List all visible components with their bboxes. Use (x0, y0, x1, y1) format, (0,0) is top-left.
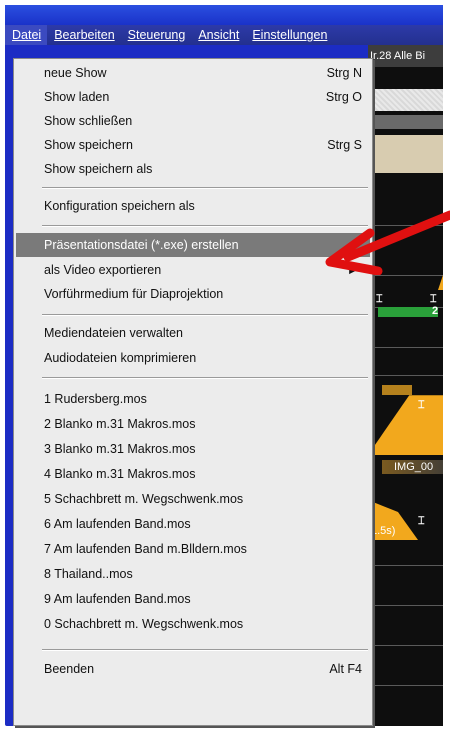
menu-item-label: Mediendateien verwalten (44, 326, 183, 340)
menu-item-show-speichern-als[interactable]: Show speichern als (16, 157, 370, 181)
menu-item-label: 6 Am laufenden Band.mos (44, 517, 191, 531)
menu-bearbeiten[interactable]: Bearbeiten (47, 25, 120, 45)
menu-item-label: neue Show (44, 66, 107, 80)
marker-icon[interactable]: ⌶ (418, 399, 425, 412)
recent-file-0[interactable]: 0 Schachbrett m. Wegschwenk.mos (16, 612, 370, 636)
menu-ansicht[interactable]: Ansicht (191, 25, 245, 45)
recent-file-8[interactable]: 8 Thailand..mos (16, 562, 370, 586)
recent-file-2[interactable]: 2 Blanko m.31 Makros.mos (16, 412, 370, 436)
track-line (368, 347, 443, 348)
clip-bar[interactable] (378, 307, 438, 317)
recent-file-4[interactable]: 4 Blanko m.31 Makros.mos (16, 462, 370, 486)
track-line (368, 375, 443, 376)
toolbar-band (368, 115, 443, 129)
menu-item-neue-show[interactable]: neue Show Strg N (16, 61, 370, 85)
menu-einstellungen[interactable]: Einstellungen (245, 25, 333, 45)
menu-item-label: 1 Rudersberg.mos (44, 392, 147, 406)
transition-shape (368, 395, 443, 455)
menu-separator (42, 187, 368, 189)
menu-item-label: Show speichern (44, 138, 133, 152)
menu-item-label: 0 Schachbrett m. Wegschwenk.mos (44, 617, 244, 631)
menu-steuerung[interactable]: Steuerung (121, 25, 192, 45)
menu-separator (42, 649, 368, 651)
menu-item-label: 4 Blanko m.31 Makros.mos (44, 467, 196, 481)
menu-bar: Datei Bearbeiten Steuerung Ansicht Einst… (5, 25, 443, 45)
timeline-area: Ir.28 Alle Bi ⌶ ⌶ 2 ⌶ IMG_00 ⌶ 1.5s) (368, 45, 443, 726)
menu-item-show-schliessen[interactable]: Show schließen (16, 109, 370, 133)
menu-separator (42, 377, 368, 379)
shortcut-label: Alt F4 (329, 662, 362, 676)
recent-file-5[interactable]: 5 Schachbrett m. Wegschwenk.mos (16, 487, 370, 511)
image-clip[interactable]: IMG_00 (382, 460, 443, 474)
recent-file-7[interactable]: 7 Am laufenden Band m.Blldern.mos (16, 537, 370, 561)
preview-strip (368, 135, 443, 173)
recent-file-3[interactable]: 3 Blanko m.31 Makros.mos (16, 437, 370, 461)
shortcut-label: Strg S (327, 138, 362, 152)
title-bar (5, 5, 443, 25)
menu-item-mediendateien-verwalten[interactable]: Mediendateien verwalten (16, 321, 370, 345)
shortcut-label: Strg N (326, 66, 362, 80)
menu-item-label: als Video exportieren (44, 263, 162, 277)
menu-item-label: Beenden (44, 662, 95, 676)
menu-item-label: Show laden (44, 90, 110, 104)
menu-item-label: 9 Am laufenden Band.mos (44, 592, 191, 606)
recent-file-9[interactable]: 9 Am laufenden Band.mos (16, 587, 370, 611)
menu-item-label: Audiodateien komprimieren (44, 351, 197, 365)
menu-separator (42, 314, 368, 316)
toolbar-strip: Ir.28 Alle Bi (368, 45, 443, 67)
menu-item-audiodateien-komprimieren[interactable]: Audiodateien komprimieren (16, 346, 370, 370)
menu-item-label: Show speichern als (44, 162, 153, 176)
red-arrow-annotation-icon (325, 210, 450, 275)
menu-item-label: Konfiguration speichern als (44, 199, 195, 213)
track-line (368, 685, 443, 686)
menu-item-beenden[interactable]: Beenden Alt F4 (16, 657, 370, 681)
marker-icon[interactable]: ⌶ (418, 515, 425, 528)
track-line (368, 565, 443, 566)
pattern-bar (368, 89, 443, 111)
shortcut-label: Strg O (325, 90, 362, 104)
clip-bar[interactable] (382, 385, 412, 395)
track-line (368, 645, 443, 646)
track-line (368, 605, 443, 606)
menu-item-label: 5 Schachbrett m. Wegschwenk.mos (44, 492, 244, 506)
track-line (368, 275, 443, 276)
duration-label: 1.5s) (371, 525, 396, 537)
menu-item-label: 7 Am laufenden Band m.Blldern.mos (44, 542, 247, 556)
menu-item-show-laden[interactable]: Show laden Strg O (16, 85, 370, 109)
recent-file-6[interactable]: 6 Am laufenden Band.mos (16, 512, 370, 536)
datei-dropdown-menu: neue Show Strg N Show laden Strg O Show … (13, 58, 373, 726)
menu-item-label: Vorführmedium für Diaprojektion (44, 287, 224, 301)
menu-item-vorfuehrmedium[interactable]: Vorführmedium für Diaprojektion (16, 282, 370, 306)
menu-item-label: 3 Blanko m.31 Makros.mos (44, 442, 196, 456)
menu-item-label: 2 Blanko m.31 Makros.mos (44, 417, 196, 431)
clip-number: 2 (432, 305, 439, 317)
marker-icon[interactable]: ⌶ (376, 293, 383, 306)
menu-item-label: Show schließen (44, 114, 133, 128)
recent-file-1[interactable]: 1 Rudersberg.mos (16, 387, 370, 411)
menu-item-label: 8 Thailand..mos (44, 567, 133, 581)
menu-item-show-speichern[interactable]: Show speichern Strg S (16, 133, 370, 157)
menu-item-label: Präsentationsdatei (*.exe) erstellen (44, 238, 239, 252)
menu-datei[interactable]: Datei (5, 25, 48, 45)
